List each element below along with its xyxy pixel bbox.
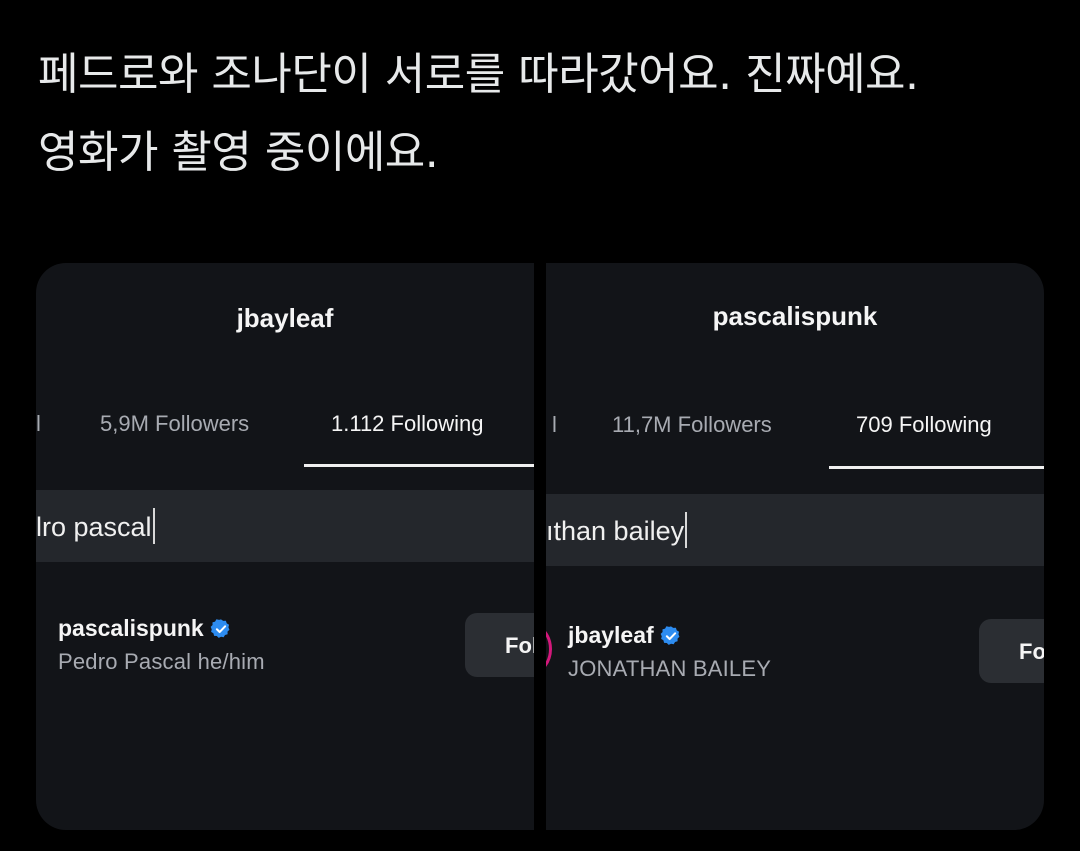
tab-partial[interactable]: l <box>36 411 41 437</box>
active-tab-indicator <box>829 466 1044 469</box>
search-result-fullname: JONATHAN BAILEY <box>568 656 772 681</box>
verified-badge-icon <box>660 626 680 645</box>
search-input[interactable]: lro pascal <box>36 508 155 544</box>
profile-tabs: l 11,7M Followers 709 Following <box>546 412 1044 462</box>
search-input[interactable]: ıthan bailey <box>546 512 688 548</box>
search-input-value: ıthan bailey <box>546 516 685 546</box>
text-caret <box>152 508 155 544</box>
tab-following[interactable]: 709 Following <box>856 412 992 438</box>
tweet-text: 페드로와 조나단이 서로를 따라갔어요. 진짜예요. 영화가 촬영 중이에요. <box>38 36 1058 192</box>
tweet-text-line-2: 영화가 촬영 중이에요. <box>38 127 439 178</box>
search-result-username[interactable]: jbayleaf <box>568 622 682 649</box>
tab-followers[interactable]: 5,9M Followers <box>100 411 249 437</box>
tweet-text-line-1: 페드로와 조나단이 서로를 따라갔어요. 진짜예요. <box>38 49 919 100</box>
follow-button[interactable]: Follow <box>979 619 1044 683</box>
profile-username-title: pascalispunk <box>712 301 878 331</box>
follow-button-label: Follow <box>505 633 534 658</box>
search-bar[interactable]: ıthan bailey <box>546 494 1044 566</box>
search-result-username-text: pascalispunk <box>58 615 204 641</box>
tab-following[interactable]: 1.112 Following <box>331 411 483 437</box>
tab-followers[interactable]: 11,7M Followers <box>612 412 772 438</box>
profile-username-title: jbayleaf <box>236 303 334 333</box>
search-bar[interactable]: lro pascal <box>36 490 534 562</box>
avatar-story-ring[interactable] <box>546 619 552 679</box>
tab-partial[interactable]: l <box>552 412 557 438</box>
search-input-value: lro pascal <box>36 512 152 542</box>
profile-tabs: l 5,9M Followers 1.112 Following <box>36 411 534 461</box>
screenshot-right-panel: pascalispunk l 11,7M Followers 709 Follo… <box>546 263 1044 830</box>
screenshot-left-panel: jbayleaf l 5,9M Followers 1.112 Followin… <box>36 263 534 830</box>
search-result-fullname: Pedro Pascal he/him <box>58 649 265 674</box>
search-result-username-text: jbayleaf <box>568 622 654 648</box>
verified-badge-icon <box>210 619 230 638</box>
follow-button-label: Follow <box>1019 639 1044 664</box>
tweet-media-card[interactable]: jbayleaf l 5,9M Followers 1.112 Followin… <box>36 263 1044 830</box>
follow-button[interactable]: Follow <box>465 613 534 677</box>
active-tab-indicator <box>304 464 534 467</box>
search-result-username[interactable]: pascalispunk <box>58 615 232 642</box>
text-caret <box>685 512 688 548</box>
